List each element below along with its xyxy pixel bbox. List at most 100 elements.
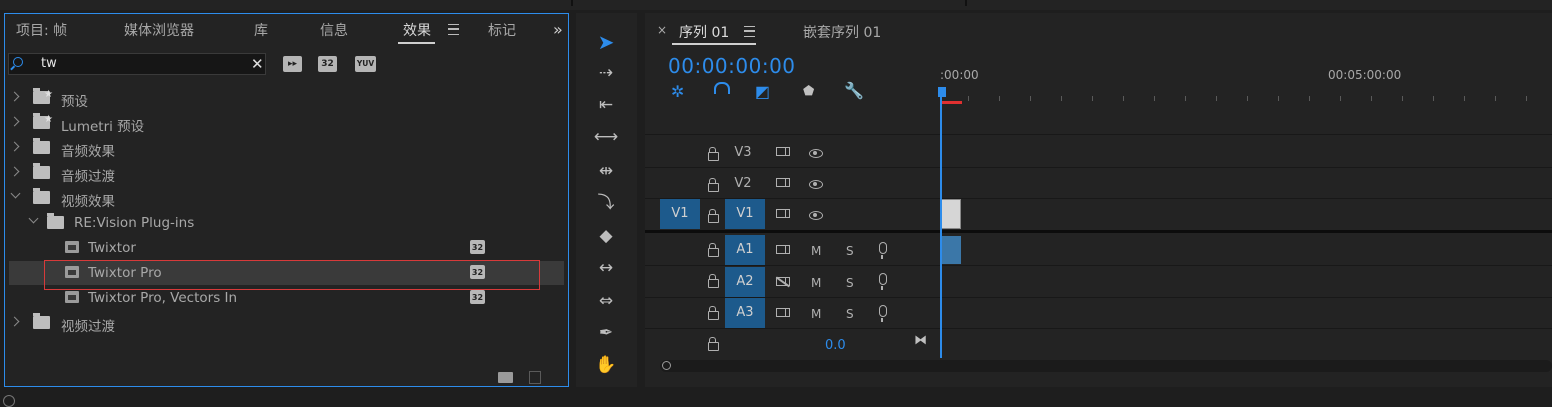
sync-lock-icon[interactable] (776, 209, 790, 218)
tree-item-revision-plugins[interactable]: RE:Vision Plug-ins (9, 211, 564, 235)
sync-lock-icon[interactable] (776, 308, 790, 317)
track-name-v3[interactable]: V3 (728, 145, 758, 160)
razor-tool-icon[interactable]: ⤵ (593, 190, 619, 216)
track-target-a3[interactable]: A3 (725, 298, 765, 328)
lock-icon[interactable] (708, 337, 719, 351)
chevron-down-icon[interactable] (10, 188, 21, 199)
ruler-tick (1278, 96, 1279, 101)
master-volume-value[interactable]: 0.0 (825, 338, 846, 353)
solo-button[interactable]: S (846, 307, 854, 321)
tree-item-video-effects[interactable]: 视频效果 (9, 186, 564, 210)
timecode-display[interactable]: 00:00:00:00 (668, 54, 796, 78)
eye-visibility-icon[interactable] (809, 180, 823, 189)
track-target-v1[interactable]: V1 (725, 199, 765, 229)
tree-item-lumetri-presets[interactable]: ★ Lumetri 预设 (9, 111, 564, 135)
tree-item-label: 预设 (61, 94, 88, 110)
audio-clip[interactable] (941, 236, 961, 264)
sync-lock-icon[interactable] (776, 178, 790, 187)
solo-button[interactable]: S (846, 244, 854, 258)
source-patch-v1[interactable]: V1 (660, 199, 700, 229)
tab-markers[interactable]: 标记 (488, 20, 516, 40)
chevron-right-icon[interactable] (9, 166, 20, 177)
tree-item-presets[interactable]: ★ 预设 (9, 86, 564, 110)
track-target-a2[interactable]: A2 (725, 267, 765, 297)
slide-tool-icon[interactable]: ↔ (593, 255, 619, 281)
pen-icon[interactable]: ✒ (593, 320, 619, 346)
track-name-v2[interactable]: V2 (728, 176, 758, 191)
rolling-edit-tool-icon[interactable]: ⟷ (593, 124, 619, 150)
clear-search-icon[interactable]: ✕ (251, 55, 264, 73)
hand-tool-icon[interactable]: ✋ (593, 352, 619, 378)
eye-visibility-icon[interactable] (809, 149, 823, 158)
tab-info[interactable]: 信息 (320, 20, 348, 40)
tree-item-audio-transitions[interactable]: 音频过渡 (9, 161, 564, 185)
chevron-right-icon[interactable] (9, 91, 20, 102)
tab-libraries[interactable]: 库 (254, 20, 268, 40)
timeline-scrollbar[interactable] (660, 360, 1552, 372)
mute-button[interactable]: M (811, 244, 821, 258)
trash-icon[interactable] (529, 371, 541, 384)
scrollbar-handle[interactable] (662, 361, 671, 370)
mute-button[interactable]: M (811, 307, 821, 321)
track-separator (645, 167, 1552, 168)
solo-button[interactable]: S (846, 276, 854, 290)
work-area-bar[interactable] (942, 101, 962, 104)
track-target-a1[interactable]: A1 (725, 235, 765, 265)
sync-lock-icon[interactable] (776, 147, 790, 156)
video-clip[interactable] (941, 199, 961, 229)
chevron-right-icon[interactable] (9, 141, 20, 152)
double-chevron-right-icon[interactable]: » (553, 20, 563, 39)
ruler-tick (968, 96, 969, 101)
lock-icon[interactable] (708, 306, 719, 320)
wrench-settings-icon[interactable]: 🔧 (844, 81, 864, 100)
lock-icon[interactable] (708, 274, 719, 288)
add-marker-icon[interactable]: ⬟ (803, 84, 814, 99)
microphone-icon[interactable] (879, 273, 887, 290)
lock-icon[interactable] (708, 243, 719, 257)
tree-item-effect[interactable]: Twixtor 32 (9, 236, 564, 260)
chevron-right-icon[interactable] (9, 316, 20, 327)
go-to-edit-point-icon[interactable]: ⧓ (914, 333, 927, 348)
timeline-menu-icon[interactable] (744, 26, 755, 37)
eye-visibility-icon[interactable] (809, 211, 823, 220)
tab-media-browser[interactable]: 媒体浏览器 (124, 20, 194, 40)
yuv-filter-icon[interactable]: YUV (355, 56, 376, 72)
lock-icon[interactable] (708, 209, 719, 223)
32bit-badge-icon: 32 (470, 240, 485, 254)
close-tab-icon[interactable]: × (657, 23, 667, 37)
ruler-tick (1092, 96, 1093, 101)
playhead-line[interactable] (940, 90, 942, 358)
ruler-tick (1061, 96, 1062, 101)
search-input[interactable]: tw (41, 56, 57, 71)
slip-tool-icon[interactable]: ◆ (593, 223, 619, 249)
nest-sequence-icon[interactable]: ✲ (671, 82, 684, 101)
folder-icon (33, 138, 50, 154)
lock-icon[interactable] (708, 178, 719, 192)
32bit-filter-icon[interactable]: 32 (318, 56, 337, 72)
microphone-icon[interactable] (879, 305, 887, 322)
status-icon[interactable] (3, 395, 15, 407)
selection-tool-icon[interactable]: ➤ (593, 29, 619, 55)
tree-item-audio-effects[interactable]: 音频效果 (9, 136, 564, 160)
lock-icon[interactable] (708, 147, 719, 161)
32bit-badge-icon: 32 (470, 290, 485, 304)
pen-tool-icon[interactable]: ⇔ (593, 288, 619, 314)
chevron-right-icon[interactable] (9, 116, 20, 127)
tab-project[interactable]: 项目: 帧 (16, 20, 67, 40)
tree-item-video-transitions[interactable]: 视频过渡 (9, 311, 564, 335)
tab-sequence-01[interactable]: 序列 01 (679, 22, 729, 42)
new-folder-icon[interactable] (498, 372, 513, 383)
ripple-edit-tool-icon[interactable]: ⇤ (593, 92, 619, 118)
mute-button[interactable]: M (811, 276, 821, 290)
tab-effects[interactable]: 效果 (403, 20, 431, 40)
track-select-tool-icon[interactable]: ⇢ (593, 60, 619, 86)
snap-magnet-icon[interactable] (714, 82, 730, 94)
sync-lock-icon[interactable] (776, 245, 790, 254)
accelerated-effects-filter-icon[interactable]: ▸▸ (283, 56, 302, 72)
panel-menu-icon[interactable] (448, 24, 459, 35)
tab-nested-sequence-01[interactable]: 嵌套序列 01 (803, 22, 881, 42)
linked-selection-icon[interactable]: ◩ (755, 82, 770, 101)
rate-stretch-tool-icon[interactable]: ⇹ (593, 158, 619, 184)
microphone-icon[interactable] (879, 242, 887, 259)
chevron-down-icon[interactable] (28, 213, 39, 224)
